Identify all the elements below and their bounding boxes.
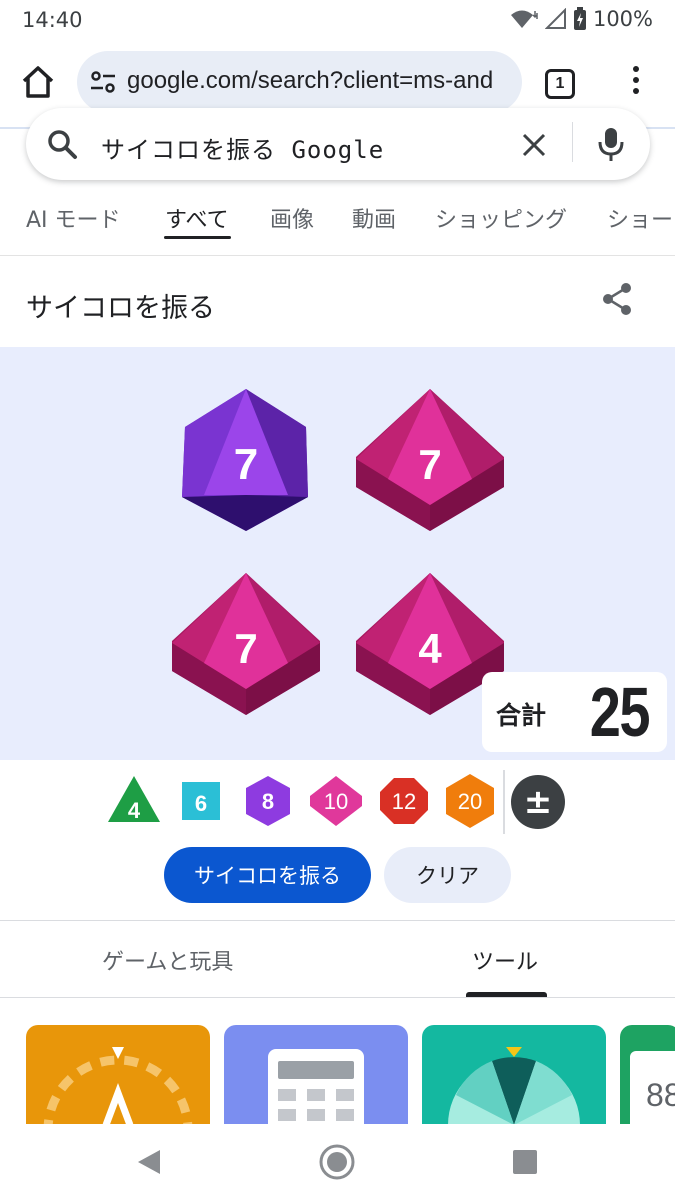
counter-text: 88 [646, 1077, 675, 1113]
d4-button[interactable]: 4 [106, 770, 162, 830]
wifi-icon [510, 10, 538, 28]
home-nav-icon[interactable] [318, 1143, 356, 1181]
d12-label: 12 [392, 789, 416, 814]
d10-label: 10 [324, 789, 348, 814]
d8-button[interactable]: 8 [240, 770, 296, 830]
total-label: 合計 [496, 701, 547, 730]
section-divider [0, 920, 675, 921]
d6-button[interactable]: 6 [172, 770, 228, 830]
tool-card-calculator[interactable] [224, 1025, 408, 1125]
home-icon[interactable] [18, 62, 58, 102]
tab-count: 1 [555, 75, 565, 92]
calculator-icon [268, 1049, 364, 1125]
d12-button[interactable]: 12 [374, 770, 434, 830]
total-value: 25 [589, 673, 651, 751]
tab-ai-mode[interactable]: AI モード [26, 202, 121, 234]
system-nav-bar [0, 1124, 675, 1200]
spinner-icon [448, 1047, 580, 1125]
die-d8: 7 [182, 389, 308, 531]
close-icon[interactable] [520, 131, 548, 159]
tab-switcher-button[interactable]: 1 [545, 69, 575, 99]
modifier-button[interactable]: ± [510, 770, 566, 830]
timer-icon [43, 1047, 193, 1125]
d8-label: 8 [262, 789, 274, 814]
clear-button[interactable]: クリア [384, 847, 511, 903]
tool-card-timer[interactable] [26, 1025, 210, 1125]
active-tab-indicator [164, 236, 231, 239]
die-d10: 7 [172, 573, 320, 715]
tab-all[interactable]: すべて [165, 202, 229, 234]
search-input[interactable]: サイコロを振る Google [101, 130, 384, 165]
search-divider [572, 122, 573, 162]
tab-tools[interactable]: ツール [472, 944, 538, 976]
search-tabs: AI モード すべて 画像 動画 ショッピング ショー [0, 196, 675, 246]
url-text[interactable]: google.com/search?client=ms-and [127, 67, 493, 95]
die-d10: 7 [356, 389, 504, 531]
site-settings-icon[interactable] [89, 70, 117, 94]
category-divider [0, 997, 675, 998]
signal-icon [544, 8, 566, 29]
tool-card-spinner[interactable] [422, 1025, 606, 1125]
status-time: 14:40 [22, 8, 83, 32]
selector-divider [503, 770, 505, 834]
die-value: 7 [234, 440, 258, 489]
recents-icon[interactable] [513, 1150, 537, 1174]
url-bar[interactable]: google.com/search?client=ms-and [77, 51, 522, 113]
roll-dice-button[interactable]: サイコロを振る [164, 847, 371, 903]
tab-games-toys[interactable]: ゲームと玩具 [102, 944, 233, 976]
search-icon [48, 130, 77, 159]
d4-label: 4 [128, 798, 141, 823]
tab-images[interactable]: 画像 [270, 202, 314, 234]
modifier-label: ± [524, 782, 553, 822]
die-value: 7 [234, 625, 257, 672]
d20-button[interactable]: 20 [440, 770, 500, 830]
d10-button[interactable]: 10 [306, 770, 366, 830]
d6-label: 6 [195, 791, 207, 816]
search-box[interactable]: サイコロを振る Google [26, 108, 650, 180]
die-value: 4 [418, 625, 442, 672]
die-value: 7 [418, 441, 441, 488]
back-icon[interactable] [136, 1148, 162, 1176]
d20-label: 20 [458, 789, 482, 814]
tabs-divider [0, 255, 675, 256]
more-menu-icon[interactable] [628, 66, 644, 102]
card-title: サイコロを振る [26, 293, 215, 324]
battery-icon [573, 7, 586, 30]
die-selector-row: 4 6 8 10 12 20 ± [0, 770, 675, 836]
tool-card-counter[interactable]: 88 [620, 1025, 675, 1125]
share-icon[interactable] [600, 282, 634, 316]
tab-shopping[interactable]: ショッピング [435, 202, 567, 234]
tab-shorts[interactable]: ショー [607, 202, 673, 234]
status-bar: 14:40 100% [0, 0, 675, 40]
total-box: 合計 25 [482, 672, 667, 752]
microphone-icon[interactable] [596, 126, 626, 162]
status-icons: 100% [509, 7, 653, 31]
dice-area[interactable]: 7 7 7 4 合計 25 [0, 347, 675, 760]
battery-percent: 100% [592, 7, 653, 31]
tab-videos[interactable]: 動画 [352, 202, 396, 234]
